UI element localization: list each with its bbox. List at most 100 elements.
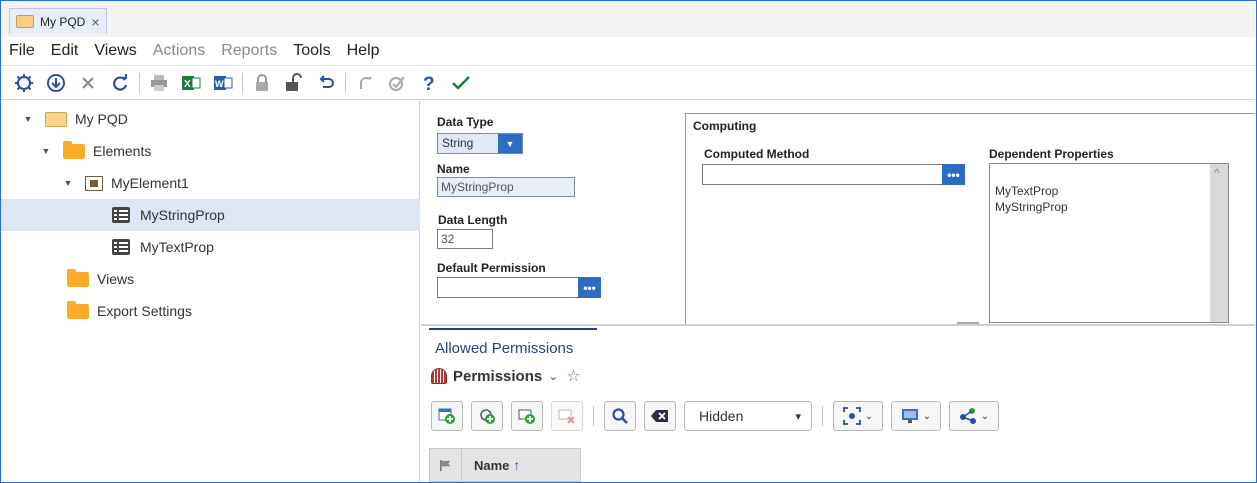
refresh-icon[interactable]	[107, 70, 133, 96]
check-icon[interactable]	[448, 70, 474, 96]
tab-strip: My PQD ×	[1, 1, 1255, 37]
tree-node-elements[interactable]: ▼ Elements	[1, 135, 420, 167]
default-permission-field[interactable]	[437, 277, 579, 298]
sort-ascending-icon: ↑	[513, 457, 521, 473]
cancel-icon[interactable]	[75, 70, 101, 96]
remove-row-button[interactable]	[551, 401, 583, 431]
add-from-list-button[interactable]	[431, 401, 463, 431]
list-item[interactable]: MyStringProp	[995, 200, 1068, 214]
validate-icon[interactable]	[384, 70, 410, 96]
focus-view-dropdown[interactable]: ⌄	[833, 401, 883, 431]
svg-text:X: X	[184, 79, 191, 90]
tree-node-myelement1[interactable]: ▼ MyElement1	[1, 167, 420, 199]
toolbar-separator	[242, 72, 243, 93]
tree-label: Views	[97, 271, 135, 287]
tree-node-mytextprop[interactable]: MyTextProp	[1, 231, 420, 263]
lock-icon[interactable]	[249, 70, 275, 96]
toolbar-separator	[822, 406, 823, 426]
tree-node-my-pqd[interactable]: ▼ My PQD	[1, 103, 420, 135]
data-type-select[interactable]: String ▼	[437, 133, 523, 154]
menu-edit[interactable]: Edit	[51, 42, 79, 60]
menu-tools[interactable]: Tools	[293, 42, 330, 60]
download-icon[interactable]	[43, 70, 69, 96]
folder-icon	[45, 111, 67, 127]
settings-icon[interactable]	[11, 70, 37, 96]
vertical-scrollbar[interactable]	[1210, 164, 1228, 322]
chevron-down-icon: ▾	[795, 410, 801, 423]
tree-node-views[interactable]: Views	[1, 263, 420, 295]
flag-column-header[interactable]	[430, 449, 462, 481]
svg-text:?: ?	[423, 74, 435, 93]
tree-node-mystringprop[interactable]: MyStringProp	[1, 199, 420, 231]
data-length-field[interactable]: 32	[437, 229, 493, 249]
default-permission-label: Default Permission	[437, 261, 546, 275]
tree-node-export-settings[interactable]: Export Settings	[1, 295, 420, 327]
name-column-header[interactable]: Name ↑	[462, 449, 580, 481]
tree-label: Elements	[93, 143, 152, 159]
redo-icon[interactable]	[352, 70, 378, 96]
print-icon[interactable]	[146, 70, 172, 96]
permissions-area: Allowed Permissions Permissions ⌄ ☆ Hidd…	[421, 326, 1255, 482]
tree-label: MyStringProp	[140, 207, 225, 223]
excel-icon[interactable]: X	[178, 70, 204, 96]
list-item[interactable]: MyTextProp	[995, 184, 1058, 198]
clear-filter-button[interactable]	[644, 401, 676, 431]
visibility-filter-value: Hidden	[699, 408, 744, 424]
menu-help[interactable]: Help	[347, 42, 380, 60]
property-panel: Data Type String ▼ Name MyStringProp Dat…	[421, 101, 1255, 326]
chevron-down-icon: ⌄	[922, 410, 932, 422]
main-toolbar: X W ?	[1, 65, 1255, 100]
chevron-down-icon[interactable]: ⌄	[548, 369, 558, 383]
data-type-value: String	[438, 134, 498, 153]
toolbar-separator	[139, 72, 140, 93]
menu-actions[interactable]: Actions	[153, 42, 205, 60]
visibility-filter-select[interactable]: Hidden ▾	[684, 401, 812, 431]
menu-bar: File Edit Views Actions Reports Tools He…	[1, 37, 1255, 64]
folder-icon	[67, 300, 89, 319]
splitter-grip[interactable]	[957, 322, 979, 324]
chevron-down-icon: ⌄	[980, 410, 990, 422]
computed-method-field[interactable]	[702, 164, 943, 185]
star-icon[interactable]: ☆	[566, 366, 580, 386]
chevron-down-icon[interactable]: ▼	[23, 114, 33, 124]
default-permission-browse-button[interactable]: •••	[578, 277, 601, 298]
chevron-down-icon[interactable]: ▼	[63, 178, 73, 188]
folder-icon	[67, 268, 89, 287]
chevron-down-icon: ⌄	[864, 410, 874, 422]
computed-method-browse-button[interactable]: •••	[942, 164, 965, 185]
computing-label: Computing	[693, 119, 757, 133]
menu-file[interactable]: File	[9, 42, 35, 60]
word-icon[interactable]: W	[210, 70, 236, 96]
permissions-icon	[431, 368, 447, 384]
add-config-button[interactable]	[471, 401, 503, 431]
search-button[interactable]	[604, 401, 636, 431]
undo-icon[interactable]	[313, 70, 339, 96]
menu-views[interactable]: Views	[94, 42, 136, 60]
tab-my-pqd[interactable]: My PQD ×	[9, 8, 107, 34]
menu-reports[interactable]: Reports	[221, 42, 277, 60]
dependent-properties-list[interactable]: MyTextProp MyStringProp	[989, 163, 1229, 323]
share-dropdown[interactable]: ⌄	[949, 401, 999, 431]
name-label: Name	[437, 162, 470, 176]
permissions-toolbar: Hidden ▾ ⌄ ⌄ ⌄	[431, 401, 999, 431]
tree-label: MyTextProp	[140, 239, 214, 255]
data-type-label: Data Type	[437, 115, 494, 129]
toolbar-separator	[345, 72, 346, 93]
chevron-down-icon[interactable]: ▼	[498, 134, 522, 153]
computed-method-label: Computed Method	[704, 147, 810, 161]
tab-allowed-permissions[interactable]: Allowed Permissions	[429, 328, 597, 360]
add-row-button[interactable]	[511, 401, 543, 431]
folder-icon	[16, 15, 34, 28]
folder-icon	[63, 140, 85, 159]
close-icon[interactable]: ×	[91, 14, 99, 30]
name-column-label: Name	[474, 457, 510, 473]
help-icon[interactable]: ?	[416, 70, 442, 96]
tree-label: Export Settings	[97, 303, 192, 319]
unlock-icon[interactable]	[281, 70, 307, 96]
dependent-properties-label: Dependent Properties	[989, 147, 1114, 161]
name-field[interactable]: MyStringProp	[437, 177, 575, 197]
tree-label: MyElement1	[111, 175, 189, 191]
display-dropdown[interactable]: ⌄	[891, 401, 941, 431]
flag-icon	[440, 459, 451, 471]
chevron-down-icon[interactable]: ▼	[41, 146, 51, 156]
